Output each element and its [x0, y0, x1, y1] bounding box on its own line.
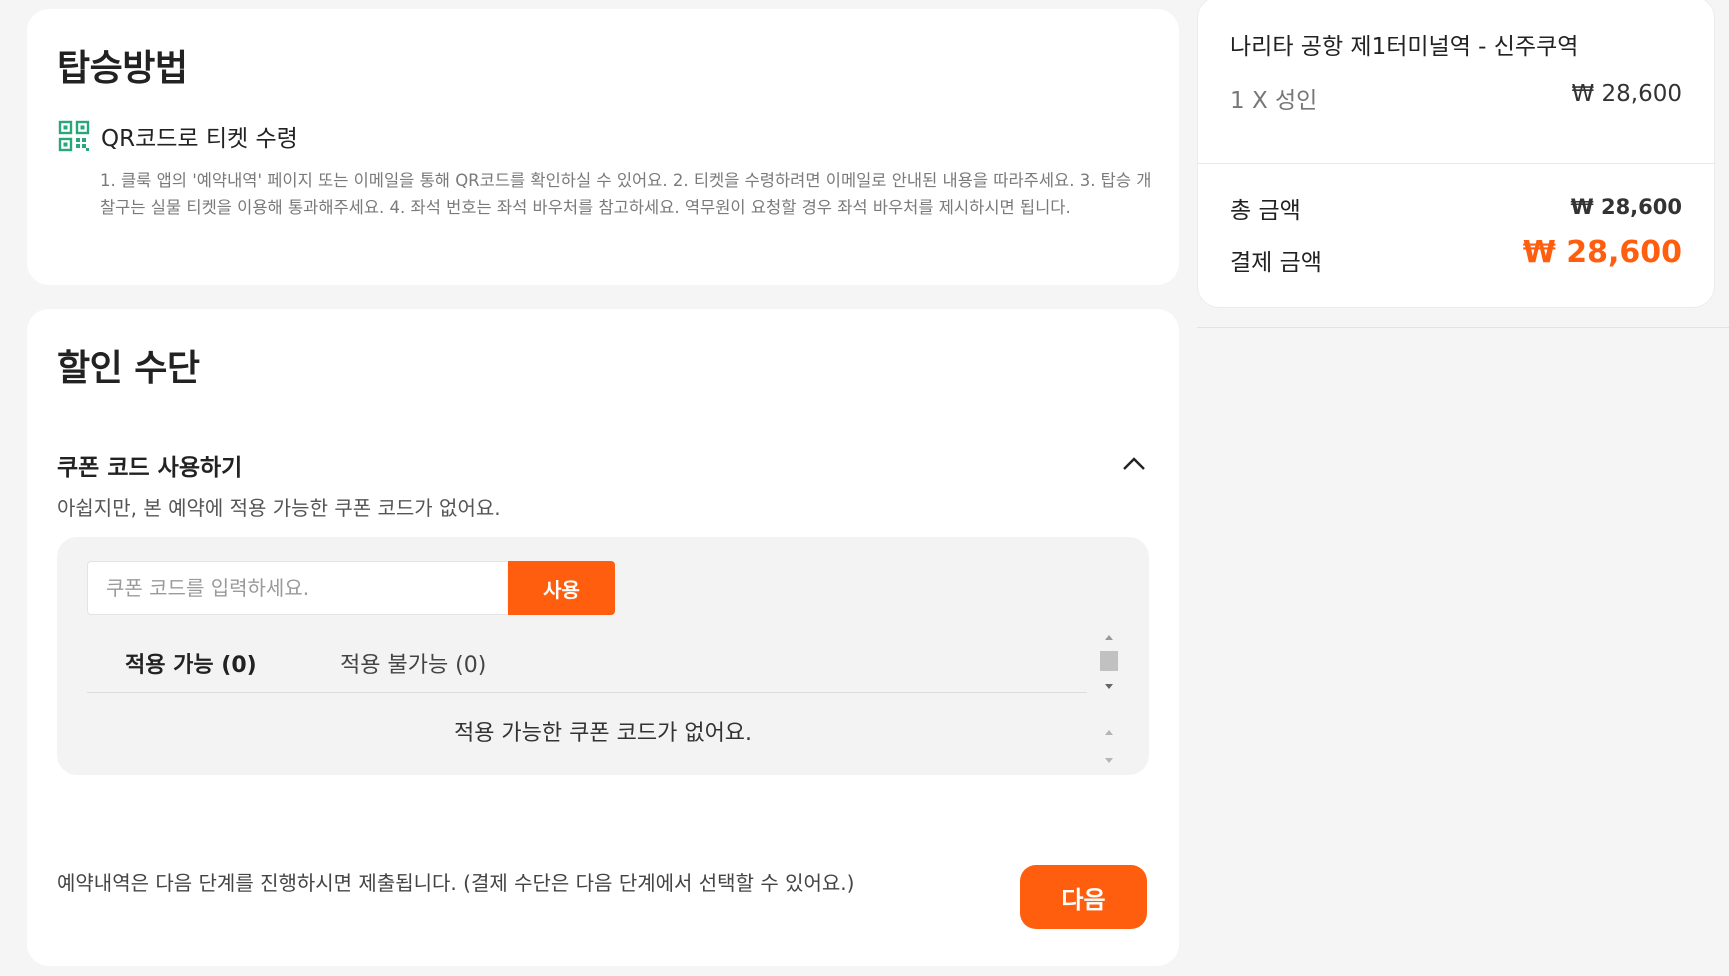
payment-label: 결제 금액 — [1230, 250, 1322, 276]
chevron-up-icon[interactable] — [1121, 456, 1147, 472]
tabs-scrollbar[interactable] — [1097, 631, 1121, 695]
next-button[interactable]: 다음 — [1020, 865, 1147, 929]
qr-method-label: QR코드로 티켓 수령 — [101, 126, 298, 152]
tab-unavailable[interactable]: 적용 불가능 (0) — [340, 647, 486, 679]
list-scrollbar[interactable] — [1097, 725, 1121, 769]
apply-coupon-button[interactable]: 사용 — [508, 561, 615, 615]
payment-value: ₩ 28,600 — [1522, 235, 1682, 270]
sidebar-rule — [1197, 327, 1729, 328]
qr-method-row: QR코드로 티켓 수령 — [57, 119, 1149, 153]
coupon-tabs: 적용 가능 (0) 적용 불가능 (0) — [87, 627, 1087, 693]
coupon-panel: 사용 적용 가능 (0) 적용 불가능 (0) 적용 가능한 쿠폰 코드가 없어… — [57, 537, 1149, 775]
passenger-count: 1 X 성인 — [1230, 88, 1318, 114]
coupon-title: 쿠폰 코드 사용하기 — [57, 455, 243, 481]
discount-title: 할인 수단 — [57, 348, 200, 389]
discount-card: 할인 수단 쿠폰 코드 사용하기 아쉽지만, 본 예약에 적용 가능한 쿠폰 코… — [27, 309, 1179, 966]
empty-coupon-message: 적용 가능한 쿠폰 코드가 없어요. — [453, 721, 753, 746]
boarding-method-title: 탑승방법 — [57, 48, 188, 89]
qr-code-icon — [58, 120, 90, 152]
total-label: 총 금액 — [1230, 198, 1301, 224]
submit-note: 예약내역은 다음 단계를 진행하시면 제출됩니다. (결제 수단은 다음 단계에… — [57, 871, 855, 895]
coupon-code-input[interactable] — [87, 561, 507, 615]
total-value: ₩ 28,600 — [1570, 195, 1682, 219]
coupon-subtitle: 아쉽지만, 본 예약에 적용 가능한 쿠폰 코드가 없어요. — [57, 496, 501, 520]
passenger-price: ₩ 28,600 — [1571, 81, 1682, 107]
summary-divider — [1198, 163, 1716, 164]
tab-available[interactable]: 적용 가능 (0) — [125, 647, 257, 679]
route-title: 나리타 공항 제1터미널역 - 신주쿠역 — [1230, 34, 1579, 60]
boarding-method-card: 탑승방법 QR코드로 티켓 수령 1. 클룩 앱의 '예약내역' 페이지 또는 … — [27, 9, 1179, 285]
coupon-header: 쿠폰 코드 사용하기 아쉽지만, 본 예약에 적용 가능한 쿠폰 코드가 없어요… — [57, 448, 501, 521]
order-summary-card: 나리타 공항 제1터미널역 - 신주쿠역 1 X 성인 ₩ 28,600 총 금… — [1197, 0, 1716, 308]
boarding-guide-text: 1. 클룩 앱의 '예약내역' 페이지 또는 이메일을 통해 QR코드를 확인하… — [100, 171, 1152, 217]
